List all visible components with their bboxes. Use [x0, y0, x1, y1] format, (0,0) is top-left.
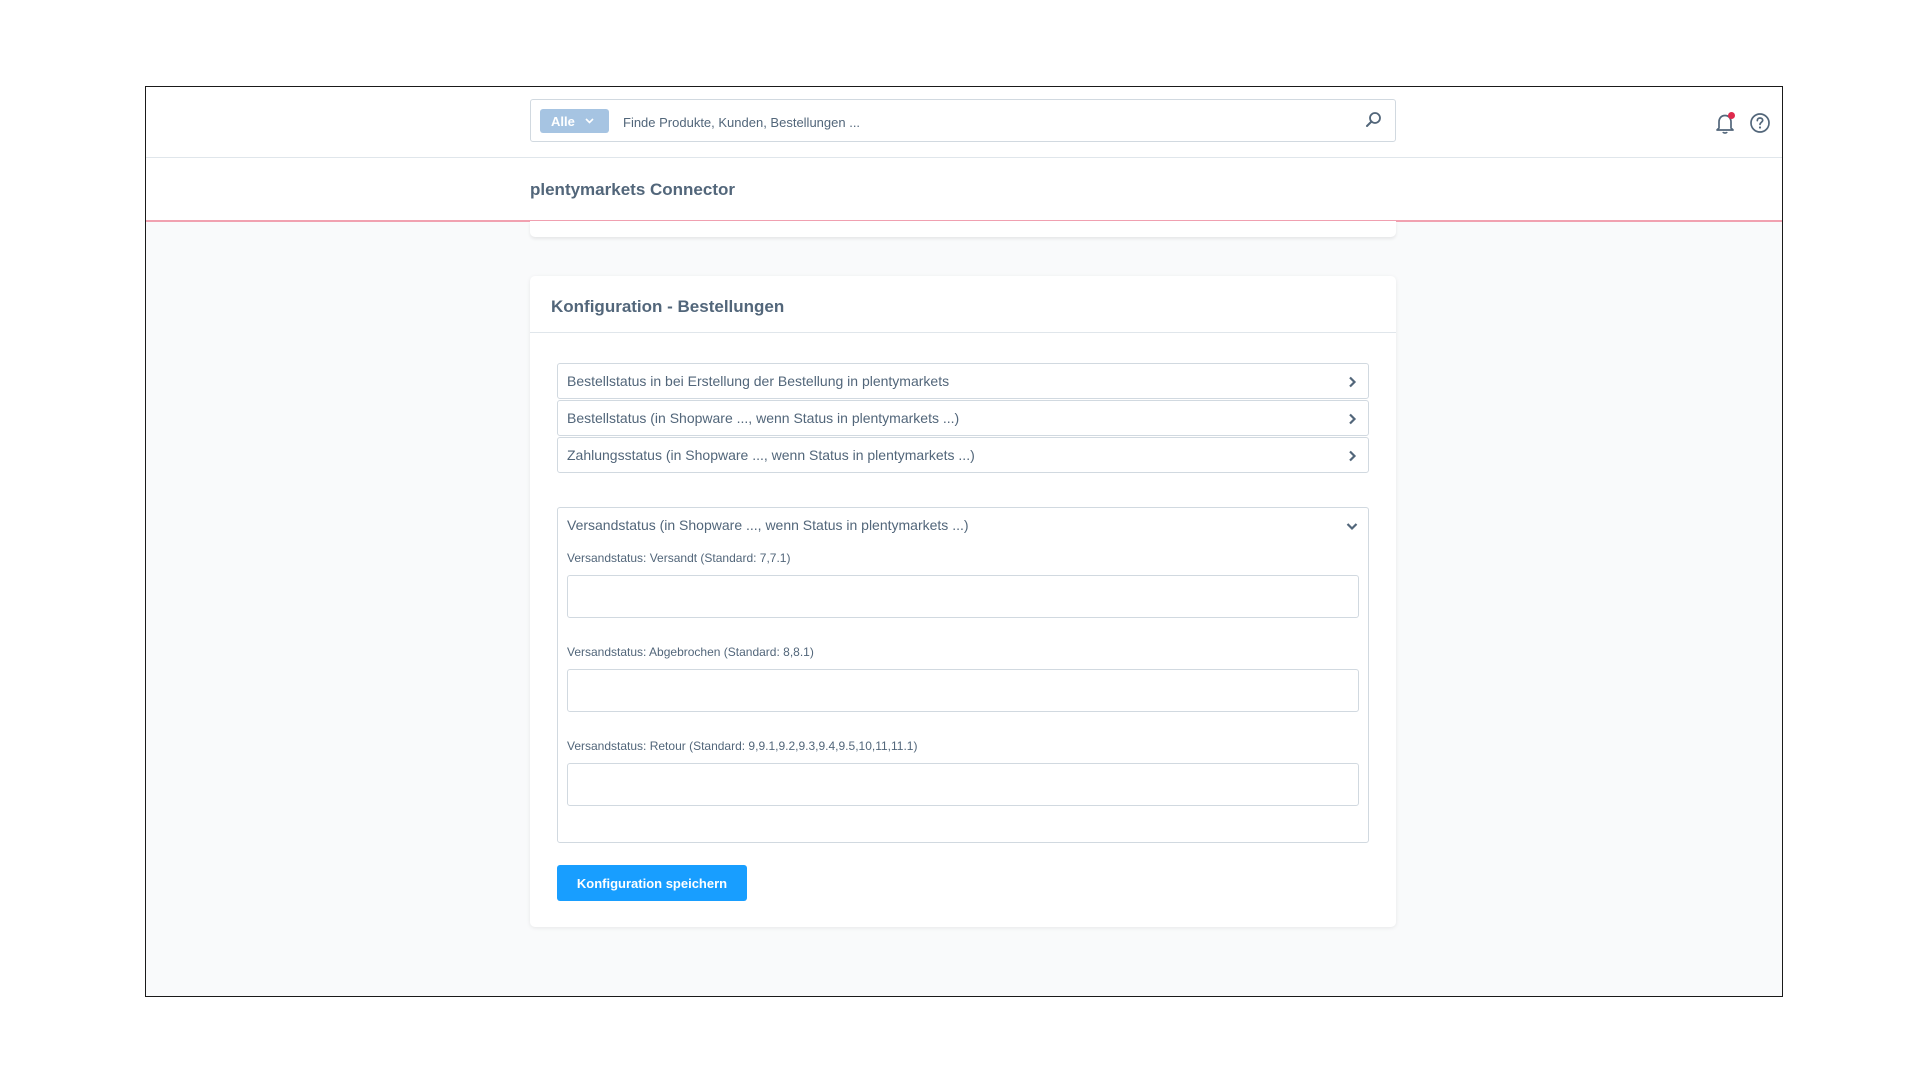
field-label-shipped: Versandstatus: Versandt (Standard: 7,7.1… [567, 551, 791, 565]
shipped-status-input[interactable] [567, 575, 1359, 618]
accordion-order-status[interactable]: Bestellstatus (in Shopware ..., wenn Sta… [557, 400, 1369, 436]
card-title: Konfiguration - Bestellungen [551, 297, 785, 316]
help-icon[interactable] [1749, 112, 1771, 134]
accordion-header[interactable]: Versandstatus (in Shopware ..., wenn Sta… [558, 508, 1368, 544]
search-type-dropdown[interactable]: Alle [540, 109, 609, 133]
previous-card-edge [530, 221, 1396, 237]
accordion-label: Versandstatus (in Shopware ..., wenn Sta… [567, 517, 969, 533]
accordion-shipping-status: Versandstatus (in Shopware ..., wenn Sta… [557, 507, 1369, 843]
search-input[interactable] [621, 108, 1345, 136]
notification-dot [1728, 112, 1735, 119]
chevron-right-icon [1349, 450, 1357, 462]
accordion-label: Bestellstatus in bei Erstellung der Best… [567, 373, 950, 389]
global-search: Alle [530, 99, 1396, 142]
bell-icon[interactable] [1715, 111, 1737, 135]
accordion-label: Zahlungsstatus (in Shopware ..., wenn St… [567, 447, 975, 463]
order-config-card: Konfiguration - Bestellungen Bestellstat… [530, 276, 1396, 927]
search-icon[interactable] [1364, 110, 1384, 130]
cancelled-status-input[interactable] [567, 669, 1359, 712]
chevron-down-icon [1346, 523, 1358, 531]
top-bar: Alle [146, 87, 1782, 158]
chevron-down-icon [585, 116, 594, 127]
accordion-payment-status[interactable]: Zahlungsstatus (in Shopware ..., wenn St… [557, 437, 1369, 473]
field-label-cancelled: Versandstatus: Abgebrochen (Standard: 8,… [567, 645, 814, 659]
accordion-order-status-creation[interactable]: Bestellstatus in bei Erstellung der Best… [557, 363, 1369, 399]
chevron-right-icon [1349, 413, 1357, 425]
search-type-label: Alle [551, 113, 575, 129]
admin-window: Alle plentymarkets Connector Kon [145, 86, 1783, 997]
smart-bar: plentymarkets Connector [146, 158, 1782, 222]
return-status-input[interactable] [567, 763, 1359, 806]
chevron-right-icon [1349, 376, 1357, 388]
field-label-return: Versandstatus: Retour (Standard: 9,9.1,9… [567, 739, 918, 753]
card-divider [530, 332, 1396, 333]
page-title: plentymarkets Connector [530, 180, 735, 199]
save-config-button[interactable]: Konfiguration speichern [557, 865, 747, 901]
accordion-label: Bestellstatus (in Shopware ..., wenn Sta… [567, 410, 960, 426]
